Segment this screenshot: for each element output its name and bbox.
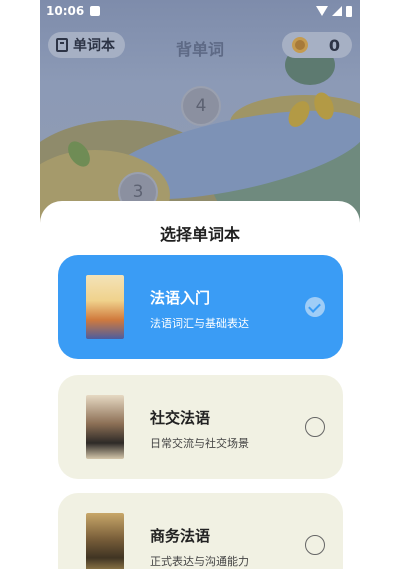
book-description: 法语词汇与基础表达	[150, 317, 249, 330]
book-description: 正式表达与沟通能力	[150, 555, 249, 568]
level-node-label: 4	[195, 96, 207, 116]
sheet-title: 选择单词本	[159, 225, 240, 244]
level-node-4[interactable]: 4	[181, 86, 221, 126]
book-name: 社交法语	[150, 409, 211, 427]
phone-screen: 4 3 10:06 单词本 背单词 0 选择单词本 法语入门 法语词汇与基础表达	[40, 0, 360, 569]
status-time: 10:06	[46, 4, 85, 18]
medal-icon	[292, 37, 308, 53]
radio-unselected-icon[interactable]	[305, 417, 325, 437]
book-description: 日常交流与社交场景	[150, 437, 249, 450]
wordbook-card-french-intro[interactable]: 法语入门 法语词汇与基础表达	[58, 255, 343, 359]
notification-icon	[90, 6, 101, 16]
wifi-icon	[316, 6, 328, 16]
signal-icon	[332, 6, 342, 16]
top-header: 单词本 背单词 0	[40, 28, 360, 64]
radio-unselected-icon[interactable]	[305, 535, 325, 555]
selected-check-icon[interactable]	[305, 297, 325, 317]
medal-count: 0	[328, 35, 340, 55]
select-wordbook-sheet: 选择单词本 法语入门 法语词汇与基础表达 社交法语 日常交流与社交场景 商务法语…	[40, 201, 360, 569]
medal-counter[interactable]: 0	[282, 32, 352, 58]
wordbook-card-social-french[interactable]: 社交法语 日常交流与社交场景	[58, 375, 343, 479]
book-name: 商务法语	[150, 527, 211, 545]
book-cover-image	[86, 513, 124, 569]
status-bar: 10:06	[40, 0, 360, 22]
book-cover-image	[86, 275, 124, 339]
wordbook-card-business-french[interactable]: 商务法语 正式表达与沟通能力	[58, 493, 343, 569]
battery-icon	[346, 5, 352, 17]
book-cover-image	[86, 395, 124, 459]
book-name: 法语入门	[150, 289, 211, 307]
level-node-label: 3	[132, 182, 144, 202]
